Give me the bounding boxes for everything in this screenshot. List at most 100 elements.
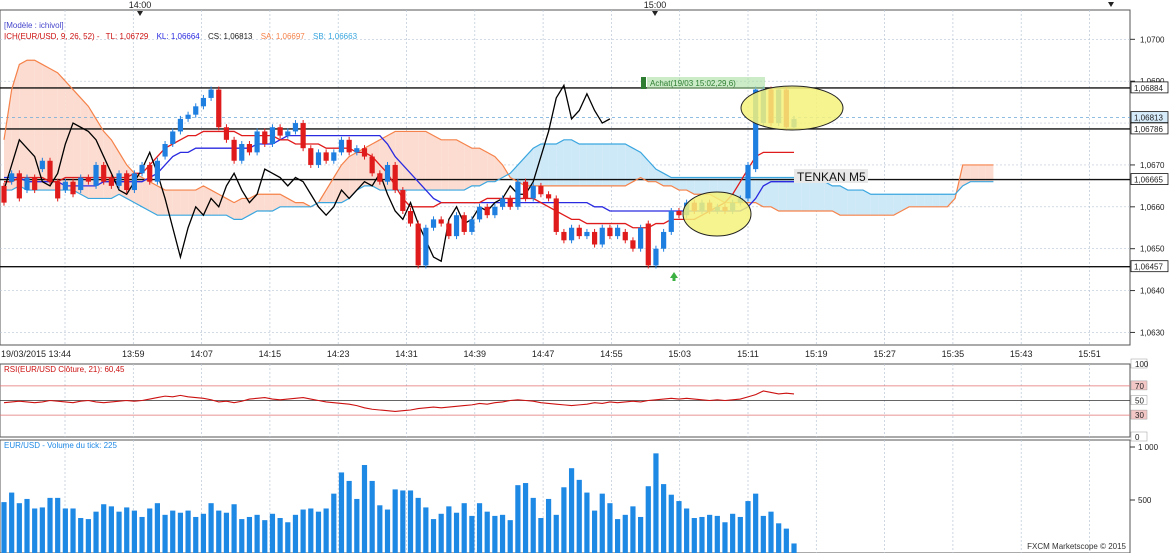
price-label: 1,06665 [1134, 176, 1163, 185]
volume-bar [607, 503, 613, 553]
candle [346, 139, 352, 153]
volume-bar [707, 514, 713, 553]
volume-bar [476, 503, 483, 553]
candle [584, 231, 590, 237]
candle [131, 173, 137, 191]
candle [116, 173, 122, 186]
candle [323, 152, 329, 161]
volume-bar [392, 489, 398, 553]
volume-bar [438, 513, 444, 553]
rsi-tick-label: 30 [1135, 411, 1144, 420]
volume-bar [47, 497, 53, 553]
volume-bar [615, 519, 621, 553]
cloud-segment [456, 139, 465, 191]
cloud-segment [433, 135, 442, 191]
price-label: 1,06457 [1134, 263, 1163, 272]
volume-bar [170, 510, 176, 553]
volume-bar [691, 518, 697, 553]
volume-bar [545, 498, 552, 553]
candle [400, 190, 406, 211]
candle [300, 123, 306, 149]
candle [630, 240, 636, 249]
tenkan-label: TENKAN M5 [797, 170, 866, 184]
scroll-marker-icon[interactable] [1108, 2, 1114, 7]
volume-bar [315, 511, 322, 553]
candle [177, 118, 184, 132]
volume-bar [361, 465, 368, 553]
volume-bar [384, 509, 391, 553]
candle [438, 219, 444, 224]
achat-marker[interactable]: Achat(19/03 15:02,29,6) [641, 77, 765, 89]
volume-bar [323, 508, 329, 553]
candle [101, 164, 107, 182]
candle [24, 177, 30, 191]
cloud-segment [402, 131, 411, 191]
rsi-title: RSI(EUR/USD Clôture, 21): 60,45 [4, 365, 125, 374]
volume-bar [661, 484, 667, 553]
cloud-segment [487, 152, 495, 182]
cloud-segment [27, 60, 35, 191]
volume-bar [369, 480, 375, 553]
cloud-segment [632, 148, 641, 182]
candle [476, 206, 483, 220]
volume-bar [446, 506, 452, 553]
volume-bar [162, 514, 168, 553]
volume-bar [200, 513, 207, 553]
candle [354, 148, 360, 153]
candle [653, 248, 659, 266]
volume-bar [568, 468, 575, 553]
candle [591, 231, 598, 245]
volume-bar [423, 507, 429, 553]
rsi-tick-label: 50 [1135, 397, 1144, 406]
x-tick-label: 14:07 [190, 349, 213, 359]
candle [254, 131, 260, 153]
volume-bar [599, 493, 605, 553]
volume-bar [101, 504, 107, 553]
tenkan-tag: TENKAN M5 [794, 169, 868, 184]
volume-bar [515, 485, 521, 553]
candle [538, 185, 544, 195]
volume-bar [231, 504, 237, 553]
volume-bar [638, 516, 644, 553]
price-label: 1,06786 [1134, 125, 1163, 134]
cloud-segment [448, 139, 457, 191]
cloud-segment [149, 181, 158, 216]
candle [246, 144, 253, 153]
volume-bar [55, 497, 61, 553]
candle [231, 139, 237, 161]
volume-bar [124, 507, 130, 553]
cloud-segment [19, 60, 28, 191]
candle [484, 206, 490, 216]
volume-bar [39, 507, 45, 553]
volume-bar [645, 486, 651, 553]
cloud-segment [924, 194, 933, 207]
achat-label: Achat(19/03 15:02,29,6) [650, 79, 736, 88]
y-tick-label: 1,0640 [1140, 287, 1165, 296]
candle [269, 127, 276, 144]
y-tick-label: 1,0650 [1140, 245, 1165, 254]
volume-bar [714, 515, 720, 553]
volume-bar [722, 522, 728, 553]
cloud-segment [464, 144, 472, 191]
volume-bar [1, 502, 7, 553]
volume-bar [461, 503, 467, 553]
volume-bar [400, 490, 406, 553]
volume-bar [668, 494, 674, 553]
volume-title: EUR/USD - Volume du tick: 225 [4, 441, 117, 450]
volume-bar [108, 506, 114, 553]
candle [70, 181, 76, 195]
rsi-tick-label: 100 [1135, 360, 1149, 369]
cloud-segment [916, 194, 925, 207]
x-tick-label: 13:59 [122, 349, 145, 359]
cloud-segment [295, 202, 304, 207]
volume-bar [499, 514, 506, 553]
y-tick-label: 1,0630 [1140, 328, 1165, 337]
candle [553, 198, 559, 232]
cloud-segment [57, 72, 66, 191]
volume-bar [254, 514, 260, 553]
volume-bar [377, 505, 383, 553]
y-tick-label: 1,0700 [1140, 35, 1165, 44]
candle [668, 211, 674, 232]
x-tick-label: 15:03 [668, 349, 691, 359]
candle [85, 177, 91, 182]
